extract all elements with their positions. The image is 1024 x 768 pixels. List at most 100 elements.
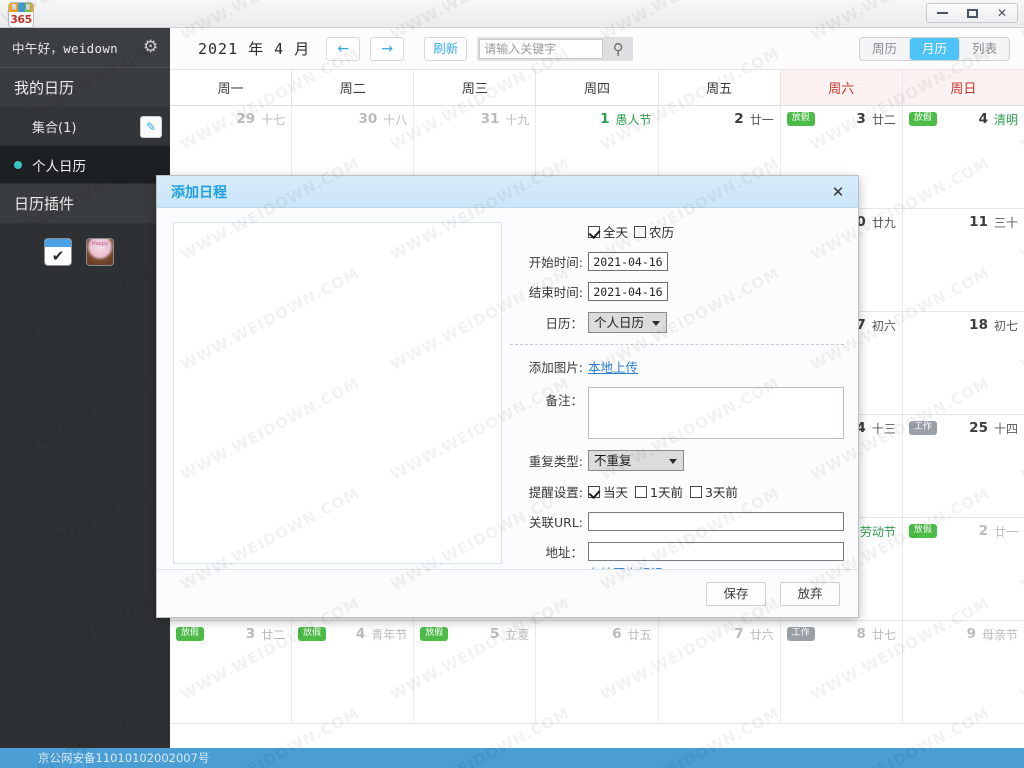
checkbox-icon[interactable] xyxy=(635,485,648,498)
allday-checkbox[interactable]: 全天 xyxy=(588,222,628,241)
day-number: 4 xyxy=(978,111,988,127)
sidebar-item-label: 集合(1) xyxy=(32,121,77,136)
day-lunar-label: 廿一 xyxy=(993,524,1018,539)
sidebar-item-personal-calendar[interactable]: 个人日历 xyxy=(0,146,170,184)
search-box: ⚲ xyxy=(477,36,634,61)
day-badge: 放假 xyxy=(298,627,327,641)
weekday-header: 周一 周二 周三 周四 周五 周六 周日 xyxy=(170,70,1024,106)
todo-plugin-icon[interactable]: ✔ xyxy=(44,238,72,266)
calendar-day-cell[interactable]: 7 廿六 xyxy=(659,621,781,723)
day-lunar-label: 廿九 xyxy=(871,215,896,230)
sidebar-section-label: 日历插件 xyxy=(14,195,75,213)
upload-link[interactable]: 本地上传 xyxy=(588,357,638,376)
close-icon[interactable]: ✕ xyxy=(828,183,848,201)
calendar-day-cell[interactable]: 工作 25 十四 xyxy=(903,415,1024,517)
lunar-checkbox[interactable]: 农历 xyxy=(634,222,674,241)
repeat-select[interactable]: 不重复 xyxy=(588,450,684,471)
calendar-day-cell[interactable]: 9 母亲节 xyxy=(903,621,1024,723)
title-bar: 365 ✕ xyxy=(0,0,1024,28)
day-lunar-label: 青年节 xyxy=(371,627,408,642)
calendar-day-cell[interactable]: 6 廿五 xyxy=(536,621,659,723)
day-number: 29 xyxy=(236,111,256,127)
next-month-button[interactable]: → xyxy=(370,36,405,61)
view-button-week[interactable]: 周历 xyxy=(860,38,910,60)
calendar-day-cell[interactable]: 11 三十 xyxy=(903,209,1024,311)
url-row: 关联URL: xyxy=(510,512,844,531)
window-controls: ✕ xyxy=(926,3,1018,23)
calendar-select[interactable]: 个人日历 xyxy=(588,312,668,333)
day-number: 18 xyxy=(969,317,988,333)
save-button[interactable]: 保存 xyxy=(706,581,766,606)
search-input[interactable] xyxy=(479,38,604,59)
address-row: 地址： xyxy=(510,542,844,561)
calendar-day-cell[interactable]: 放假 3 廿二 xyxy=(170,621,293,723)
day-lunar-label: 立夏 xyxy=(505,627,530,642)
reminder-checkbox-3day[interactable]: 3天前 xyxy=(689,482,738,501)
allday-lunar-row: 全天 农历 xyxy=(510,222,844,241)
sidebar-section-plugins[interactable]: 日历插件 xyxy=(0,184,170,224)
plugin-strip: ✔ Happy xyxy=(0,224,170,266)
weekday-header-cell: 周三 xyxy=(414,70,537,105)
day-header: 工作 8 廿七 xyxy=(786,625,896,643)
day-lunar-label: 母亲节 xyxy=(981,627,1018,642)
reminder-checkbox-sameday[interactable]: 当天 xyxy=(588,482,628,501)
birthday-plugin-icon[interactable]: Happy xyxy=(86,238,114,266)
minimize-button[interactable] xyxy=(927,4,957,22)
calendar-day-cell[interactable]: 放假 4 青年节 xyxy=(292,621,415,723)
day-header: 工作 25 十四 xyxy=(908,419,1018,437)
calendar-day-cell[interactable]: 工作 8 廿七 xyxy=(781,621,903,723)
calendar-day-cell[interactable]: 18 初七 xyxy=(903,312,1024,414)
checkbox-icon[interactable] xyxy=(689,485,702,498)
url-label: 关联URL: xyxy=(528,515,583,530)
day-number: 7 xyxy=(734,626,744,642)
calendar-day-cell[interactable]: 放假 5 立夏 xyxy=(414,621,537,723)
note-row: 备注： xyxy=(510,387,844,439)
url-input[interactable] xyxy=(588,512,844,531)
address-input[interactable] xyxy=(588,542,844,561)
calendar-week-row: 放假 3 廿二 放假 4 青年节 放假 5 立夏 6 廿五 7 廿六 工作 8 廿七 9 母亲节 xyxy=(170,621,1024,724)
spacer-label xyxy=(510,224,588,239)
day-lunar-label: 廿五 xyxy=(627,627,652,642)
day-number: 11 xyxy=(969,214,988,230)
sidebar-section-my-calendar[interactable]: 我的日历 xyxy=(0,68,170,108)
reminder-checkbox-1day[interactable]: 1天前 xyxy=(635,482,683,501)
checkbox-icon[interactable] xyxy=(634,225,647,238)
refresh-button[interactable]: 刷新 xyxy=(424,36,468,61)
gear-icon[interactable] xyxy=(143,40,158,55)
sidebar-item-label: 个人日历 xyxy=(32,158,86,175)
checkbox-icon[interactable] xyxy=(588,485,600,498)
repeat-row: 重复类型: 不重复 xyxy=(510,450,844,471)
dialog-title: 添加日程 xyxy=(171,184,227,201)
end-date-input[interactable] xyxy=(588,282,668,301)
day-header: 1 愚人节 xyxy=(542,110,651,128)
app-logo-number: 365 xyxy=(10,13,32,26)
checkbox-icon[interactable] xyxy=(588,225,600,238)
calendar-day-cell[interactable]: 放假 2 廿一 xyxy=(903,518,1024,620)
day-header: 18 初七 xyxy=(909,316,1018,334)
day-header: 放假 4 青年节 xyxy=(298,625,407,643)
note-input[interactable] xyxy=(588,387,844,439)
prev-month-button[interactable]: ← xyxy=(326,36,361,61)
start-date-input[interactable] xyxy=(588,252,668,271)
start-time-label: 开始时间: xyxy=(528,255,583,270)
day-header: 2 廿一 xyxy=(665,110,773,128)
application-window: 365 ✕ 中午好，weidown 我的日历 集合(1) ✎ 个人日历 日历插件 xyxy=(0,0,1024,768)
pencil-icon[interactable]: ✎ xyxy=(140,115,162,138)
day-lunar-label: 十三 xyxy=(871,421,896,436)
view-button-month[interactable]: 月历 xyxy=(909,38,960,60)
discard-button[interactable]: 放弃 xyxy=(780,581,840,606)
event-description-input[interactable] xyxy=(173,222,502,564)
day-number: 4 xyxy=(355,626,366,642)
view-button-list[interactable]: 列表 xyxy=(960,38,1009,60)
calendar-day-cell[interactable]: 放假 4 清明 xyxy=(903,106,1024,208)
close-button[interactable]: ✕ xyxy=(987,4,1017,22)
maximize-button[interactable] xyxy=(957,4,987,22)
weekday-header-cell: 周二 xyxy=(292,70,415,105)
search-icon[interactable]: ⚲ xyxy=(605,40,631,58)
day-header: 放假 3 廿二 xyxy=(176,625,285,643)
day-header: 29 十七 xyxy=(176,110,285,128)
sidebar-item-collection[interactable]: 集合(1) ✎ xyxy=(0,108,170,146)
add-event-dialog: 添加日程 ✕ 全天 农历 开始时间: 2021-04-16 结束时间: 2021… xyxy=(156,175,859,618)
calendar-color-dot xyxy=(14,160,22,169)
view-toggle-group: 周历 月历 列表 xyxy=(858,37,1010,61)
